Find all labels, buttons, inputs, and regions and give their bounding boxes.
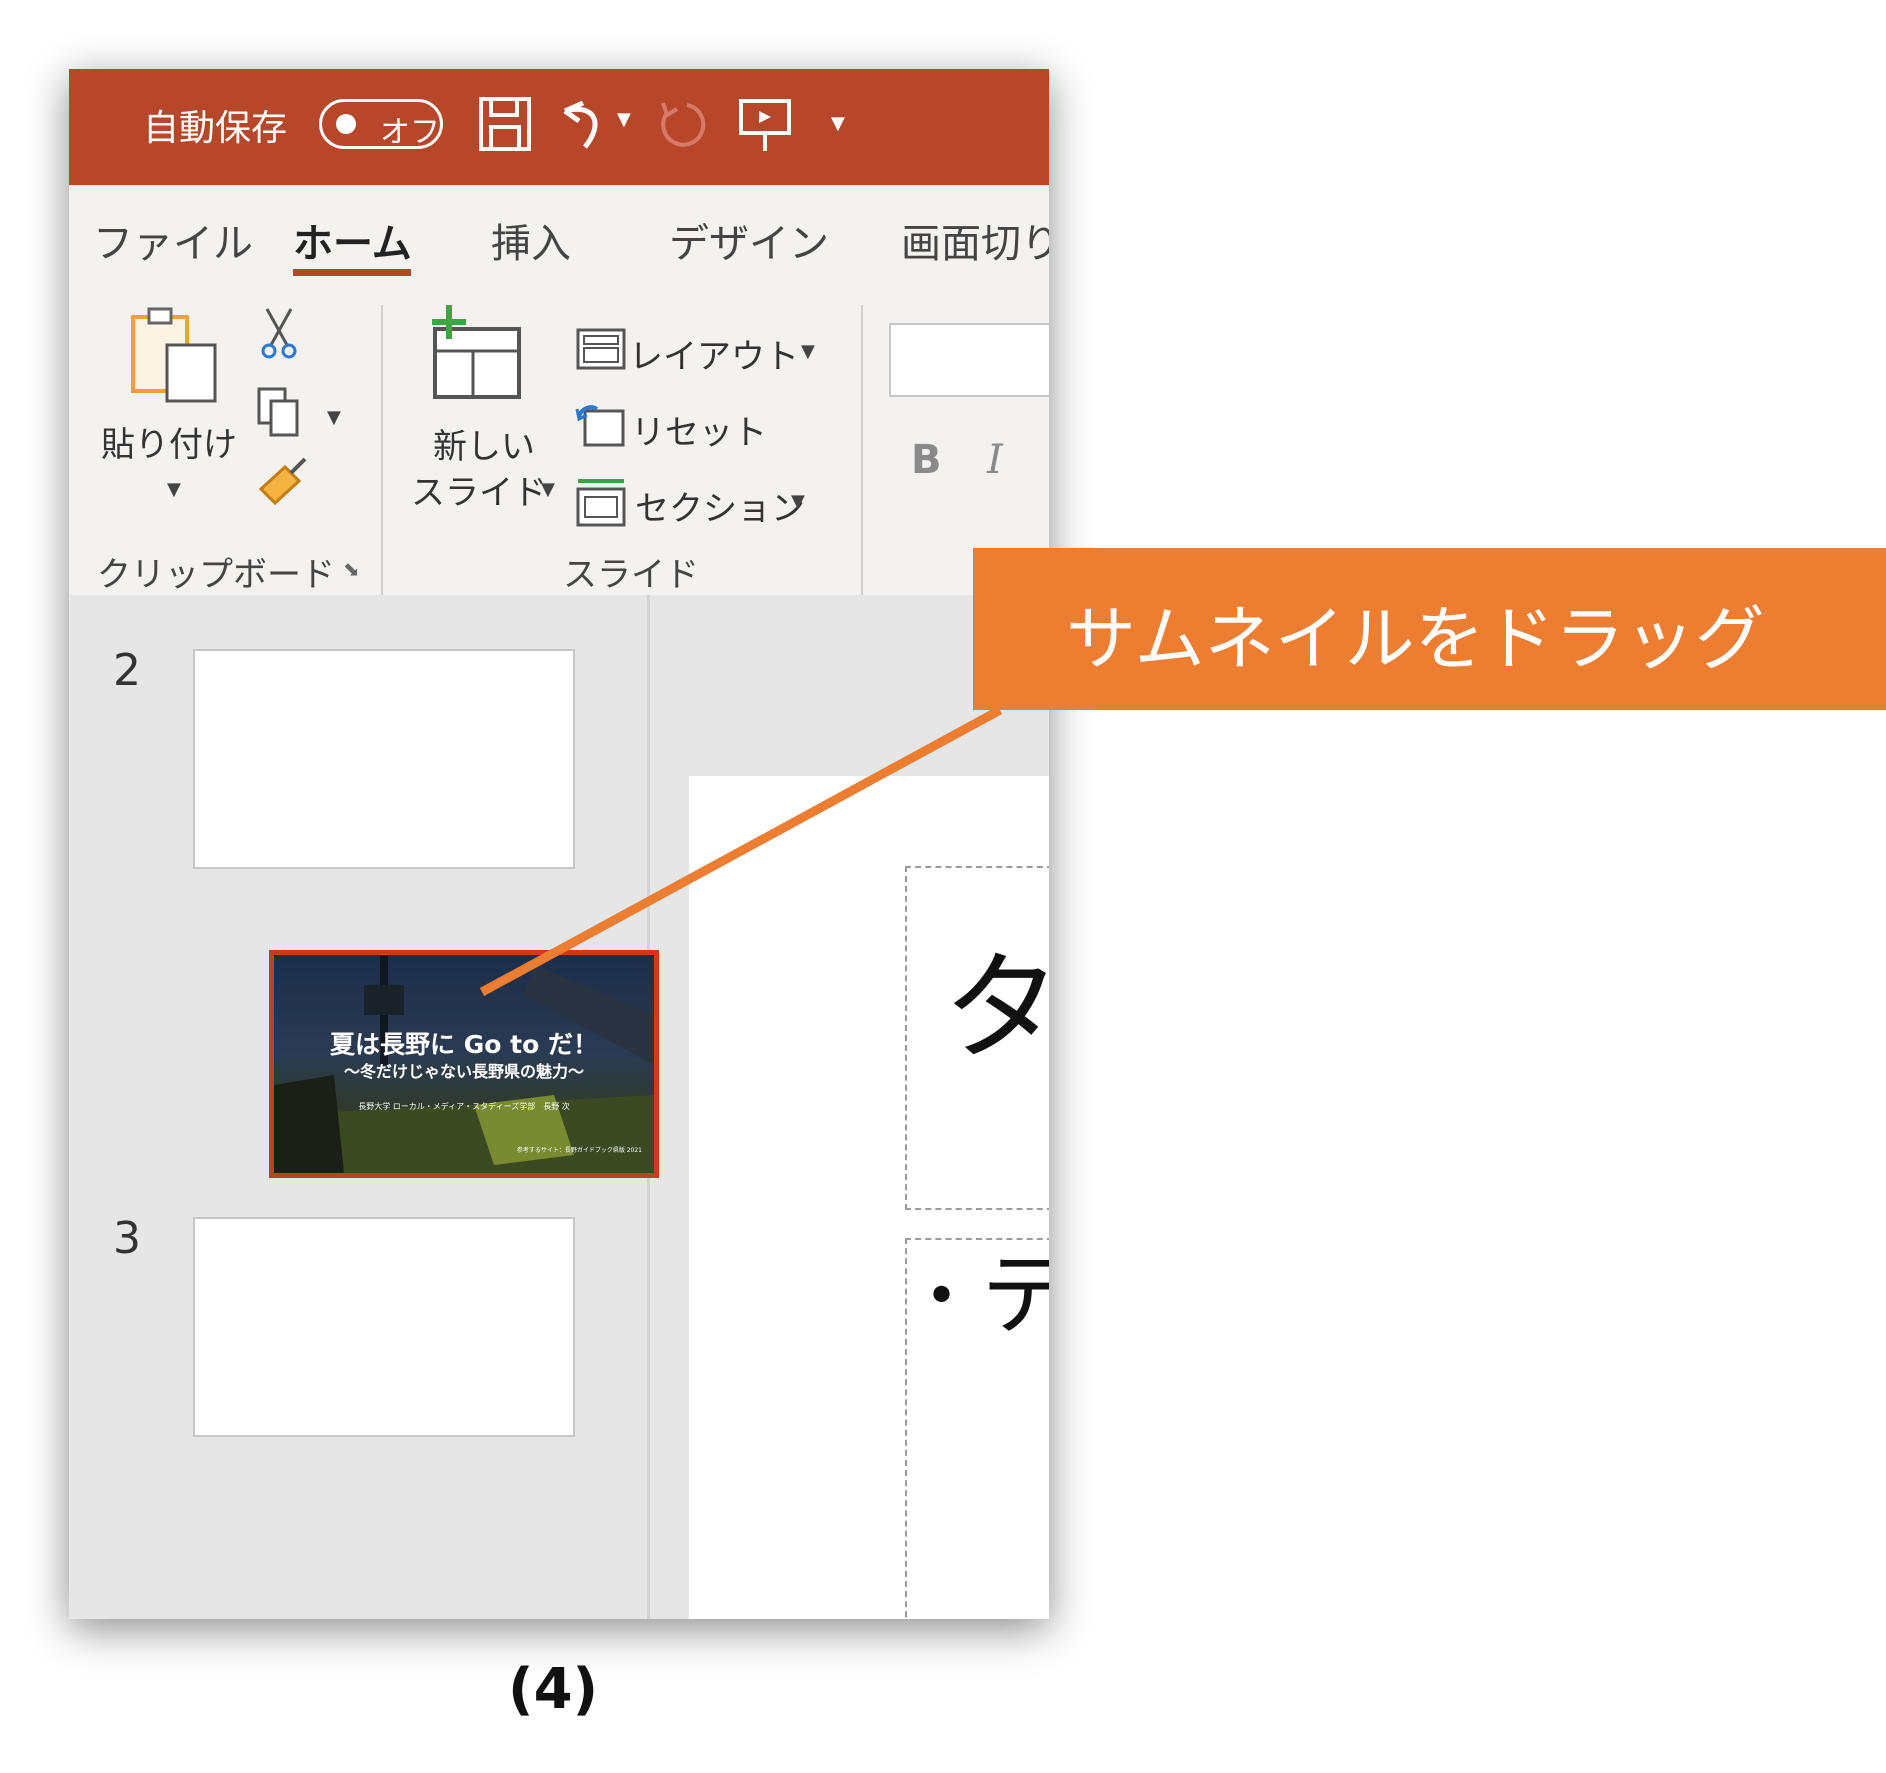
bullet-marker: • [925,1264,959,1329]
content-placeholder-text: テ [981,1243,1049,1348]
thumb-footer: 参考するサイト：長野ガイドブック県版 2021 [516,1147,642,1154]
callout-text: サムネイルをドラッグ [1066,598,1765,680]
thumb-title: 夏は長野に Go to だ！ [330,1030,598,1059]
figure-caption: (4) [508,1657,599,1722]
dragged-thumbnail[interactable]: 夏は長野に Go to だ！ 〜冬だけじゃない長野県の魅力〜 長野大学 ローカル… [269,950,659,1178]
thumb-subtitle: 〜冬だけじゃない長野県の魅力〜 [343,1062,584,1081]
slide-canvas-clip: タ • テ 夏は長野に Go to だ！ 〜冬だけじゃない長野県の魅力〜 長野大… [69,69,1049,1619]
thumb-author: 長野大学 ローカル・メディア・スタディーズ学部 長野 次 [358,1102,570,1111]
title-placeholder-text: タ [943,939,1049,1077]
callout-box: サムネイルをドラッグ [973,548,1886,710]
